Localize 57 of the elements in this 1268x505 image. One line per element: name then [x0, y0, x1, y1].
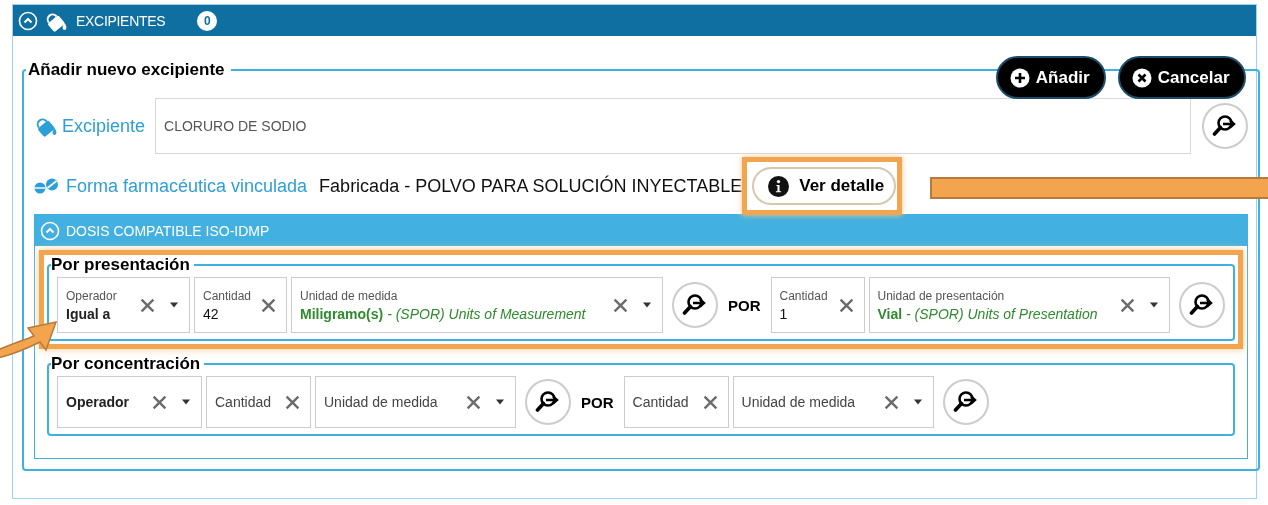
group-legend: Por concentración: [51, 354, 205, 374]
select-field[interactable]: Unidad de medida Miligramo(s) - (SPOR) Units of Measurement: [291, 277, 663, 333]
input-field[interactable]: Cantidad: [623, 376, 729, 428]
info-icon: [768, 175, 790, 197]
clear-icon[interactable]: [261, 297, 276, 313]
select-field[interactable]: Unidad de medida: [315, 376, 516, 428]
field-value: Fabricada - POLVO PARA SOLUCIÓN INYECTABLE: [319, 175, 743, 197]
field-label: Forma farmacéutica vinculada: [66, 175, 308, 197]
group-legend: Por presentación: [51, 255, 194, 275]
clear-icon[interactable]: [838, 297, 854, 313]
caret-icon[interactable]: [169, 302, 179, 308]
collapse-icon[interactable]: [18, 10, 38, 31]
search-icon: [1211, 114, 1238, 138]
separator-label: POR: [581, 393, 614, 411]
details-button[interactable]: Ver detalle: [752, 167, 897, 205]
caret-icon[interactable]: [181, 399, 191, 405]
input-field[interactable]: CLORURO DE SODIO: [155, 98, 1191, 154]
close-icon: [1131, 67, 1152, 88]
search-icon: [535, 390, 561, 414]
select-field[interactable]: Operador Igual a: [57, 277, 190, 333]
clear-icon[interactable]: [1119, 297, 1135, 313]
clear-icon[interactable]: [466, 394, 481, 410]
input-field[interactable]: Cantidad: [206, 376, 311, 428]
clear-icon[interactable]: [613, 297, 628, 313]
clear-icon[interactable]: [152, 394, 167, 410]
search-button[interactable]: [672, 282, 718, 328]
caret-icon[interactable]: [495, 399, 505, 405]
clear-icon[interactable]: [140, 297, 155, 313]
search-button[interactable]: [1178, 282, 1225, 328]
select-field[interactable]: Operador: [57, 376, 202, 428]
clear-icon[interactable]: [883, 394, 899, 410]
count-badge: 0: [197, 10, 218, 31]
search-button[interactable]: [525, 379, 571, 425]
caret-icon[interactable]: [1148, 302, 1159, 308]
pill-icon: [34, 178, 60, 194]
form-legend: Añadir nuevo excipiente: [26, 60, 231, 80]
separator-label: POR: [728, 296, 761, 314]
panel-title: EXCIPIENTES: [76, 12, 166, 29]
search-button[interactable]: [942, 379, 989, 425]
plus-icon: [1009, 67, 1030, 88]
clear-icon[interactable]: [285, 394, 300, 410]
search-icon: [1188, 293, 1215, 317]
input-field[interactable]: Cantidad 1: [770, 277, 865, 333]
caret-icon[interactable]: [642, 302, 652, 308]
clear-icon[interactable]: [702, 394, 718, 410]
paint-bucket-icon: [34, 115, 58, 137]
add-button[interactable]: Añadir: [995, 56, 1106, 99]
field-label: Excipiente: [62, 115, 146, 137]
caret-icon[interactable]: [912, 399, 923, 405]
search-icon: [682, 293, 708, 317]
search-icon: [952, 390, 979, 414]
input-field[interactable]: Cantidad 42: [194, 277, 287, 333]
cancel-button[interactable]: Cancelar: [1117, 56, 1246, 99]
section-title: DOSIS COMPATIBLE ISO-IDMP: [66, 222, 270, 239]
select-field[interactable]: Unidad de medida: [732, 376, 934, 428]
search-button[interactable]: [1201, 103, 1248, 149]
select-field[interactable]: Unidad de presentación Vial - (SPOR) Units of Presentation: [868, 277, 1170, 333]
